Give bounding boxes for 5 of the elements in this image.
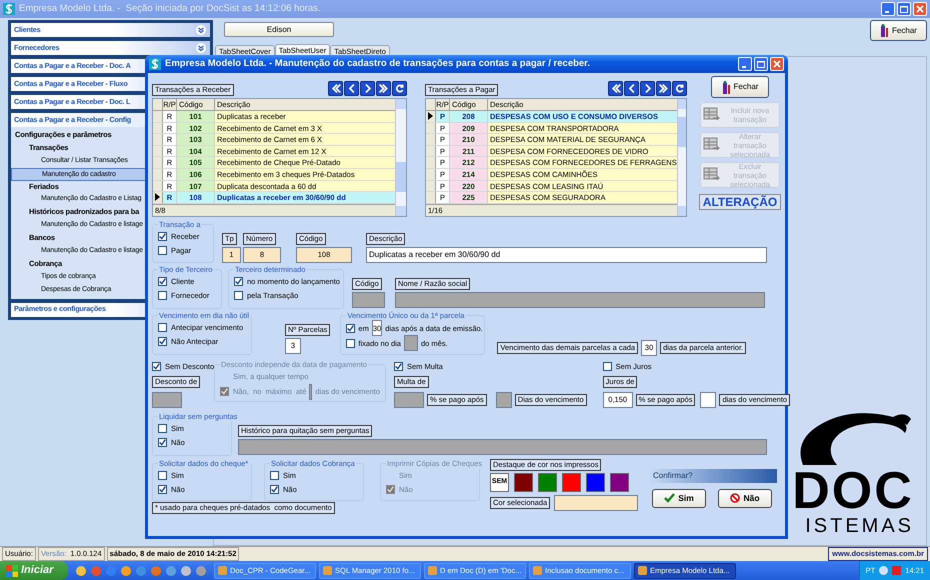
logo-tagline: ISTEMAS xyxy=(805,515,914,537)
window-title: Empresa Modelo Ltda. - Seção iniciada por DocSist as 14:12:06 horas. xyxy=(19,2,322,16)
confirm-bar: Confirmar? xyxy=(647,468,777,483)
logo-wordmark: DOC xyxy=(792,467,914,515)
mode-label: ALTERAÇÃO xyxy=(698,194,782,210)
